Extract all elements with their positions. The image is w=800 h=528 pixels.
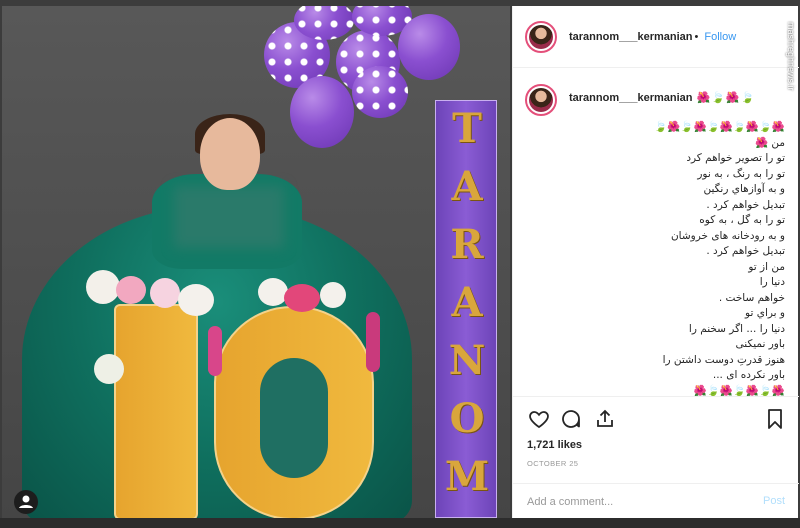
caption-header: tarannom___kermanian 🌺🍃🌺🍃 [525, 84, 787, 116]
bookmark-icon[interactable] [763, 407, 787, 431]
tagged-user-icon[interactable] [14, 490, 38, 514]
caption-line: دنيا را ... اگر سخنم را [688, 322, 785, 335]
caption-line: تبديل خواهم كرد . [706, 245, 785, 257]
comment-icon[interactable] [559, 407, 583, 431]
caption-line: و به آوازهاي رنگين [703, 183, 785, 195]
letter-column: T A R A N O M [435, 100, 497, 518]
post-header: tarannom___kermanian • Follow [513, 6, 799, 68]
header-username[interactable]: tarannom___kermanian [569, 31, 693, 43]
flower [150, 278, 180, 308]
caption-line: تو را تصویر خواهم کرد [686, 152, 785, 164]
caption-line: و براي تو [745, 307, 785, 319]
balloon [352, 66, 408, 118]
flower [258, 278, 288, 306]
caption-line: تو را به رنگ ، به نور [697, 167, 785, 180]
likes-count[interactable]: 1,721 likes [527, 439, 582, 451]
flower [366, 312, 380, 372]
caption-text: 🌺🍃🌺🍃🌺🍃🌺🍃🌺🍃 من 🌺 تو را تصویر خواهم کرد تو را… [565, 120, 785, 396]
caption-line: 🌺🍃🌺🍃🌺🍃🌺🍃🌺🍃 [654, 121, 785, 133]
caption-area: tarannom___kermanian 🌺🍃🌺🍃 🌺🍃🌺🍃🌺🍃🌺🍃🌺🍃 من 🌺… [513, 68, 799, 396]
post-date[interactable]: OCTOBER 25 [527, 459, 578, 468]
balloon [290, 76, 354, 148]
flower [116, 276, 146, 304]
flower [208, 326, 222, 376]
caption-line: تو را به گل ، به كوه [699, 214, 785, 226]
caption-line: خواهم ساخت . [718, 291, 785, 304]
caption-line: 🌺🍃🌺🍃🌺🍃🌺 [693, 384, 785, 397]
comment-input[interactable] [527, 494, 727, 510]
flower [86, 270, 120, 304]
caption-line: و به رودخانه هاى خروشان [670, 229, 785, 242]
heart-icon[interactable] [527, 407, 551, 431]
letter: A [451, 279, 483, 326]
balloon [398, 14, 460, 80]
caption-line: دنيا را [759, 276, 785, 288]
letter: O [449, 395, 485, 442]
number-zero-hole [260, 358, 328, 478]
letter: N [448, 337, 486, 384]
avatar[interactable] [525, 20, 557, 53]
post-comment-button[interactable]: Post [763, 495, 785, 507]
caption-line: من 🌺 [754, 136, 785, 149]
screenshot-frame: T A R A N O M tarannom___kermanian • Fol… [0, 0, 800, 528]
caption-username[interactable]: tarannom___kermanian [569, 92, 693, 104]
girl-face [200, 118, 260, 190]
caption-line: باور نكرده اى ... [712, 369, 785, 381]
caption-line: من از تو [748, 260, 785, 273]
post-photo[interactable]: T A R A N O M [2, 6, 510, 518]
post-actions: 1,721 likes OCTOBER 25 Post [513, 396, 799, 518]
letter: A [451, 163, 483, 210]
flower [94, 354, 124, 384]
comment-bar: Post [513, 483, 799, 519]
post-side-panel: tarannom___kermanian • Follow mashreghne… [512, 6, 799, 518]
flower [284, 284, 320, 312]
flower [320, 282, 346, 308]
number-one-prop [114, 304, 198, 518]
blurred-region [174, 186, 284, 248]
caption-avatar[interactable] [525, 84, 557, 116]
flower [178, 284, 214, 316]
share-icon[interactable] [593, 407, 617, 431]
caption-line: تبديل خواهم كرد . [706, 198, 785, 211]
letter: T [452, 105, 482, 152]
caption-line: باور نميكنی [735, 338, 785, 350]
caption-emoji: 🌺🍃🌺🍃 [696, 92, 756, 104]
thumbnail-strip [0, 518, 800, 528]
letter: M [444, 453, 490, 500]
follow-button[interactable]: Follow [704, 31, 736, 43]
balloon [294, 6, 354, 40]
caption-line: هنوز قدرتِ دوست داشتن را [662, 353, 785, 366]
letter: R [450, 221, 484, 268]
